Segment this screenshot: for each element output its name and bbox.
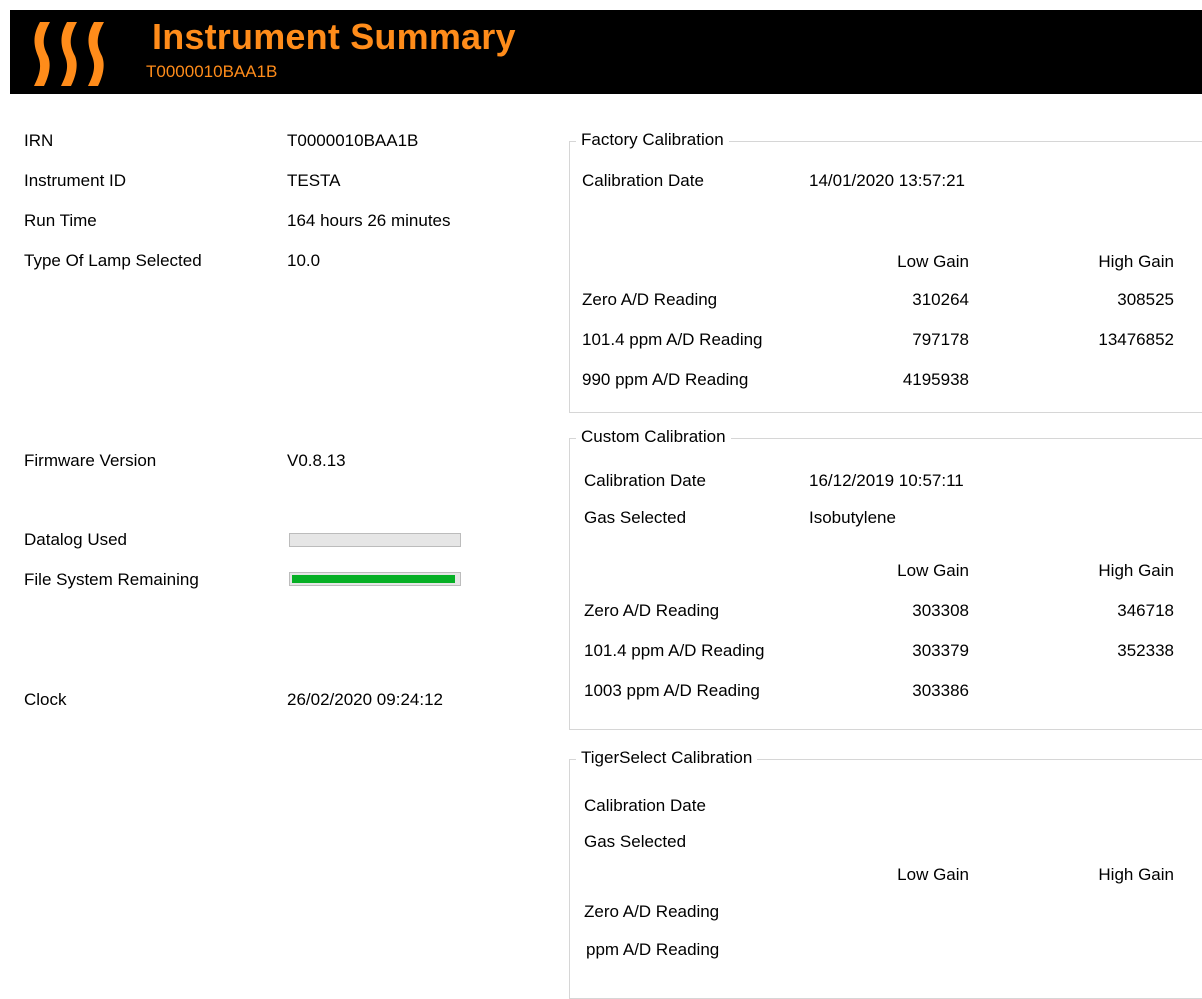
custom-calibration-group: Custom Calibration Calibration Date 16/1… [569,427,1202,730]
custom-gas-selected-value: Isobutylene [809,508,896,527]
page-subtitle: T0000010BAA1B [146,62,278,81]
heat-waves-logo-icon [34,22,104,86]
custom-row-label: 1003 ppm A/D Reading [584,681,760,700]
title-bar: Instrument Summary T0000010BAA1B [10,10,1202,94]
tigerselect-calibration-title: TigerSelect Calibration [576,748,758,768]
tigerselect-calibration-group: TigerSelect Calibration Calibration Date… [569,748,1202,999]
clock-value: 26/02/2020 09:24:12 [287,690,443,709]
tigerselect-calibration-date-label: Calibration Date [584,796,706,815]
custom-high-gain-header: High Gain [1098,561,1174,580]
custom-row-high-value: 352338 [1117,641,1174,660]
custom-row-label: 101.4 ppm A/D Reading [584,641,765,660]
factory-calibration-date-label: Calibration Date [582,171,704,190]
custom-low-gain-header: Low Gain [897,561,969,580]
factory-row-label: Zero A/D Reading [582,290,718,309]
factory-row-high-value: 13476852 [1098,330,1174,349]
custom-row-low-value: 303386 [912,681,969,700]
factory-row-label: 990 ppm A/D Reading [582,370,749,389]
tigerselect-high-gain-header: High Gain [1098,865,1174,884]
custom-row-low-value: 303308 [912,601,969,620]
clock-label: Clock [24,690,67,709]
custom-calibration-title: Custom Calibration [576,427,731,447]
factory-row-low-value: 4195938 [902,370,969,389]
factory-calibration-date-value: 14/01/2020 13:57:21 [809,171,965,190]
datalog-used-label: Datalog Used [24,530,128,549]
irn-value: T0000010BAA1B [287,131,419,150]
custom-calibration-date-label: Calibration Date [584,471,706,490]
factory-low-gain-header: Low Gain [897,252,969,271]
factory-row-label: 101.4 ppm A/D Reading [582,330,763,349]
page-title: Instrument Summary [152,16,516,57]
custom-row-high-value: 346718 [1117,601,1174,620]
lamp-type-label: Type Of Lamp Selected [24,251,202,270]
custom-gas-selected-label: Gas Selected [584,508,687,527]
instrument-id-value: TESTA [287,171,341,190]
tigerselect-row-label: Zero A/D Reading [584,902,720,921]
custom-row-label: Zero A/D Reading [584,601,720,620]
tigerselect-row-label: ppm A/D Reading [586,940,720,959]
firmware-version-value: V0.8.13 [287,451,346,470]
datalog-used-progress-bar [289,533,461,547]
file-system-remaining-label: File System Remaining [24,570,199,589]
run-time-value: 164 hours 26 minutes [287,211,451,230]
factory-high-gain-header: High Gain [1098,252,1174,271]
factory-row-low-value: 797178 [912,330,969,349]
custom-row-low-value: 303379 [912,641,969,660]
file-system-remaining-fill [292,575,455,583]
factory-row-high-value: 308525 [1117,290,1174,309]
factory-row-low-value: 310264 [912,290,969,309]
file-system-remaining-progress-bar [289,572,461,586]
lamp-type-value: 10.0 [287,251,321,270]
tigerselect-gas-selected-label: Gas Selected [584,832,687,851]
irn-label: IRN [24,131,54,150]
custom-calibration-date-value: 16/12/2019 10:57:11 [809,471,964,490]
tigerselect-low-gain-header: Low Gain [897,865,969,884]
factory-calibration-group: Factory Calibration Calibration Date 14/… [569,130,1202,413]
firmware-version-label: Firmware Version [24,451,157,470]
factory-calibration-title: Factory Calibration [576,130,729,150]
run-time-label: Run Time [24,211,97,230]
instrument-id-label: Instrument ID [24,171,127,190]
